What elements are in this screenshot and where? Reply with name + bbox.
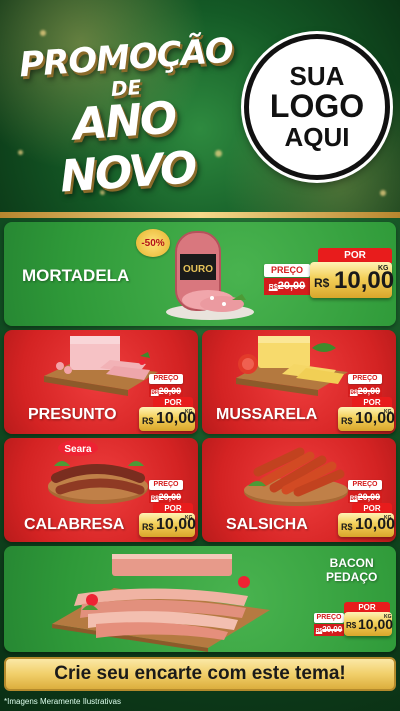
logo-text-3: AQUI	[284, 121, 350, 152]
brand-label: Seara	[64, 444, 92, 455]
logo-text-1: SUA	[289, 60, 345, 91]
old-price: R$20,00	[264, 278, 310, 295]
product-name: MUSSARELA	[216, 406, 318, 423]
new-price: R$ 10,00 KG	[139, 407, 196, 431]
title-line-3: ANO NOVO	[58, 92, 198, 203]
sparkle	[40, 30, 46, 36]
old-price: R$20,00	[348, 491, 382, 503]
sparkle	[380, 190, 386, 196]
product-name: BACON PEDAÇO	[326, 556, 377, 584]
mussarela-image	[236, 336, 348, 396]
bacon-image	[52, 554, 270, 652]
calabresa-image: Seara	[48, 440, 148, 504]
gold-divider	[0, 212, 400, 218]
cta-text: Crie seu encarte com este tema!	[54, 663, 346, 684]
preco-label: PREÇO	[314, 613, 344, 623]
mortadela-image: OURO	[166, 231, 254, 320]
preco-label: PREÇO	[264, 264, 310, 277]
flyer-page: PROMOÇÃO DE ANO NOVO SUA LOGO AQUI MORTA…	[0, 0, 400, 711]
preco-label: PREÇO	[348, 374, 382, 384]
product-name: SALSICHA	[226, 516, 308, 533]
presunto-image	[44, 336, 158, 396]
new-price: R$ 10,00 KG	[139, 513, 196, 537]
salsicha-image	[244, 447, 348, 506]
preco-label: PREÇO	[348, 480, 382, 490]
new-price: R$ 10,00 KG	[338, 513, 395, 537]
header-banner: PROMOÇÃO DE ANO NOVO SUA LOGO AQUI	[0, 0, 400, 215]
cta-banner[interactable]: Crie seu encarte com este tema!	[4, 657, 396, 691]
disclaimer-text: *Imagens Meramente Ilustrativas	[4, 697, 121, 706]
new-price: R$ 10,00 KG	[310, 262, 394, 298]
product-name: MORTADELA	[22, 266, 130, 285]
logo-placeholder[interactable]: SUA LOGO AQUI	[244, 34, 390, 180]
old-price: R$20,00	[314, 624, 344, 636]
new-price: R$ 10,00 KG	[344, 612, 393, 636]
product-name-line-2: PEDAÇO	[326, 570, 378, 584]
product-name-line-1: BACON	[329, 556, 374, 570]
promo-title: PROMOÇÃO DE ANO NOVO	[12, 31, 240, 203]
old-price: R$20,00	[149, 385, 183, 397]
brand-label: OURO	[183, 264, 213, 275]
old-price: R$20,00	[149, 491, 183, 503]
old-price: R$20,00	[348, 385, 382, 397]
logo-text-2: LOGO	[269, 88, 365, 125]
product-name: PRESUNTO	[28, 406, 117, 423]
preco-label: PREÇO	[149, 374, 183, 384]
new-price: R$ 10,00 KG	[338, 407, 395, 431]
product-name: CALABRESA	[24, 516, 125, 533]
por-label: POR	[318, 248, 392, 263]
preco-label: PREÇO	[149, 480, 183, 490]
